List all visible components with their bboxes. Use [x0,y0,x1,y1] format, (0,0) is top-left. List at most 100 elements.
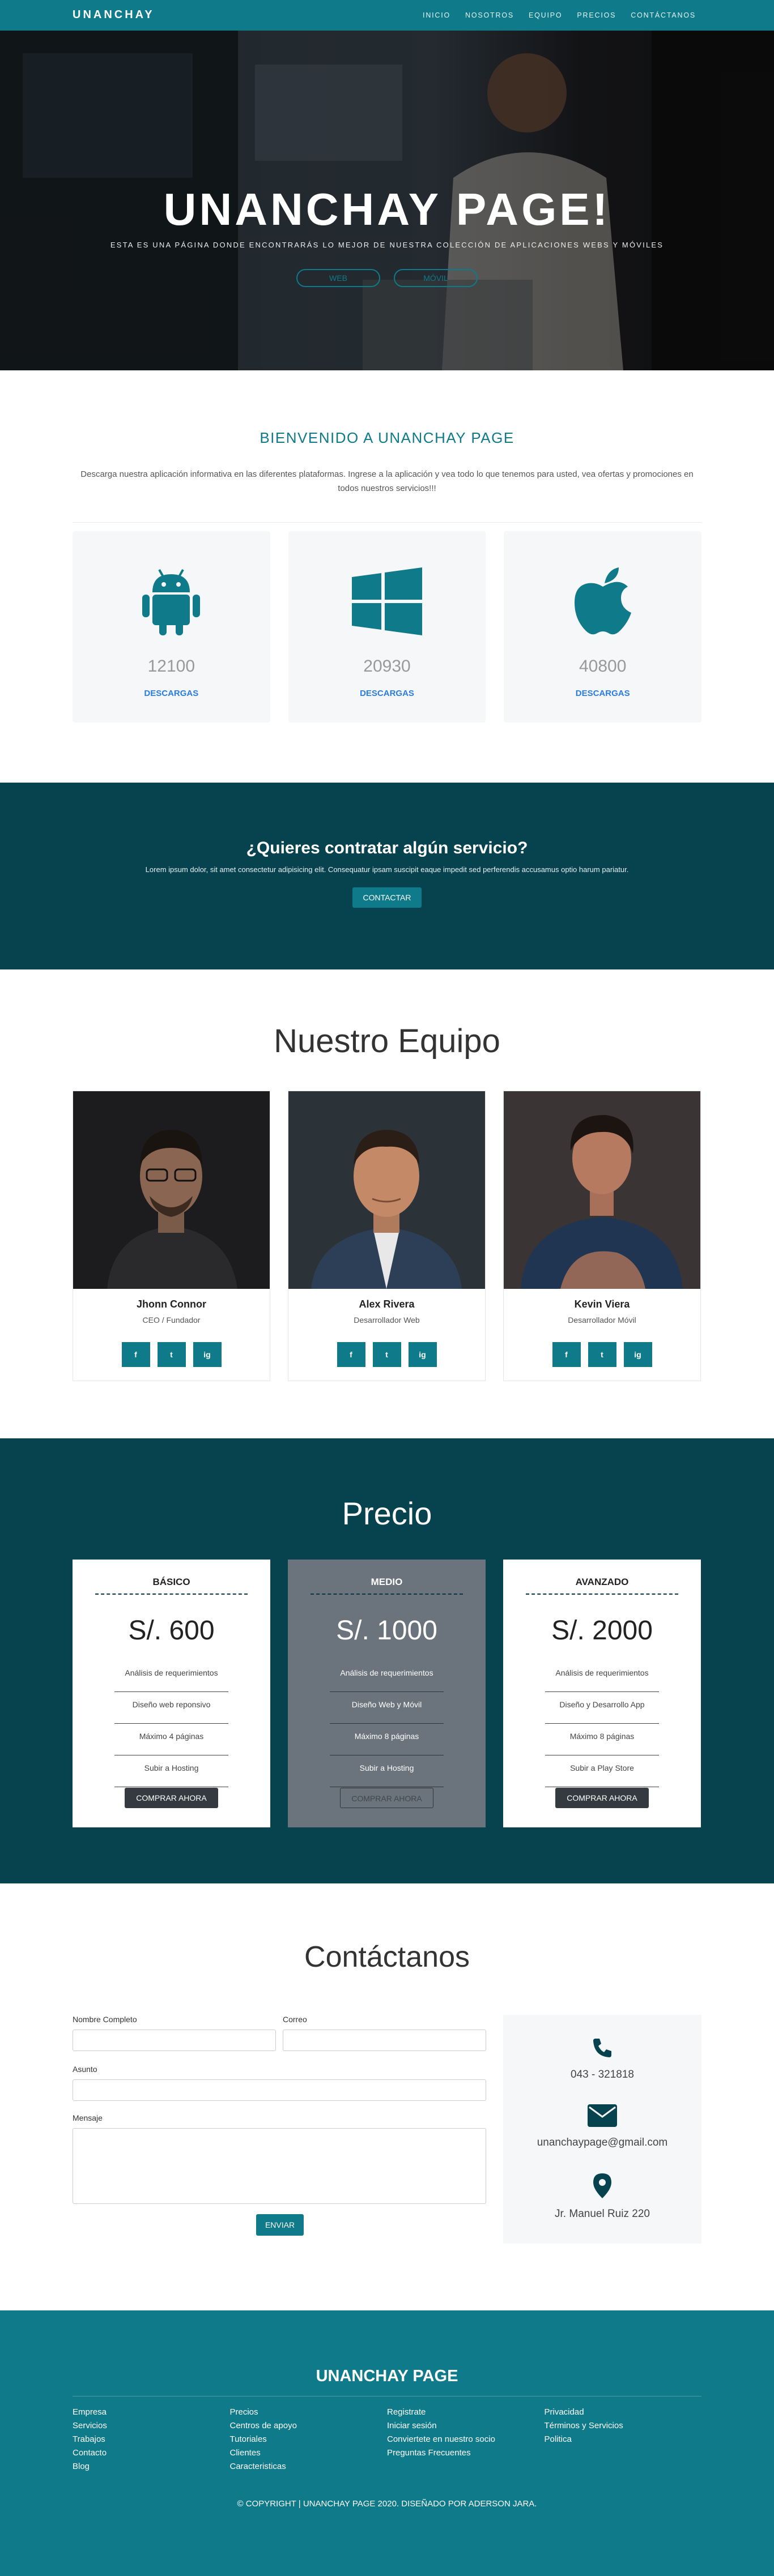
team-photo [288,1091,485,1289]
send-button[interactable]: ENVIAR [256,2214,304,2236]
message-label: Mensaje [73,2113,103,2122]
downloads-link[interactable]: DESCARGAS [504,689,701,698]
hero-buttons: WEB MÓVIL [0,269,774,287]
hero-title: UNANCHAY PAGE! [163,184,611,234]
nav-link-equipo[interactable]: EQUIPO [529,11,562,19]
footer-link[interactable]: Empresa [73,2406,230,2419]
divider [73,522,701,523]
twitter-icon[interactable]: t [157,1342,186,1367]
android-icon [73,567,270,635]
web-button[interactable]: WEB [296,269,380,287]
welcome-text: Descarga nuestra aplicación informativa … [80,469,694,493]
member-name: Jhonn Connor [137,1298,206,1310]
name-label: Nombre Completo [73,2015,137,2024]
subject-field[interactable] [73,2079,486,2101]
plan-feature: Diseño y Desarrollo App [545,1692,659,1724]
apple-icon [504,567,701,635]
map-marker-icon [593,2173,611,2198]
member-role: CEO / Fundador [142,1315,201,1325]
twitter-icon[interactable]: t [588,1342,616,1367]
nav-link-inicio[interactable]: INICIO [423,11,450,19]
cta-text: Lorem ipsum dolor, sit amet consectetur … [145,865,629,874]
footer-link[interactable]: Caracteristicas [230,2460,388,2474]
facebook-icon[interactable]: f [337,1342,365,1367]
footer-column: Empresa Servicios Trabajos Contacto Blog [73,2406,230,2474]
email-field[interactable] [283,2030,486,2051]
footer-column: Precios Centros de apoyo Tutoriales Clie… [230,2406,388,2474]
facebook-icon[interactable]: f [552,1342,581,1367]
cta-section: ¿Quieres contratar algún servicio? Lorem… [0,783,774,969]
team-card: Alex Rivera Desarrollador Web f t ig [288,1091,486,1381]
movil-button[interactable]: MÓVIL [394,269,478,287]
downloads-link[interactable]: DESCARGAS [73,689,270,698]
footer-link[interactable]: Preguntas Frecuentes [387,2446,545,2460]
phone-icon [593,2039,611,2057]
plan-avanzado: AVANZADO S/. 2000 Análisis de requerimie… [503,1560,701,1827]
envelope-icon [588,2104,617,2127]
plan-features: Análisis de requerimientos Diseño web re… [114,1660,228,1787]
twitter-icon[interactable]: t [372,1342,401,1367]
team-photo [504,1091,700,1289]
social-links: f t ig [73,1342,270,1367]
email-text: unanchaypage@gmail.com [537,2137,668,2148]
footer: UNANCHAY PAGE Empresa Servicios Trabajos… [0,2310,774,2576]
plan-feature: Máximo 8 páginas [545,1724,659,1755]
name-field[interactable] [73,2030,276,2051]
footer-link[interactable]: Registrate [387,2406,545,2419]
plan-feature: Diseño web reponsivo [114,1692,228,1724]
buy-now-button[interactable]: COMPRAR AHORA [340,1788,433,1808]
nav-link-precios[interactable]: PRECIOS [577,11,616,19]
footer-link[interactable]: Trabajos [73,2433,230,2446]
footer-link[interactable]: Tutoriales [230,2433,388,2446]
download-count: 20930 [363,657,411,676]
footer-link[interactable]: Conviertete en nuestro socio [387,2433,545,2446]
footer-link[interactable]: Contacto [73,2446,230,2460]
footer-title: UNANCHAY PAGE [316,2367,458,2385]
hero-subtitle: ESTA ES UNA PÁGINA DONDE ENCONTRARÁS LO … [110,241,664,249]
member-name: Alex Rivera [359,1298,415,1310]
footer-link[interactable]: Politica [545,2433,702,2446]
email-label: Correo [283,2015,307,2024]
nav-link-nosotros[interactable]: NOSOTROS [465,11,514,19]
downloads-link[interactable]: DESCARGAS [288,689,486,698]
plan-price: S/. 600 [128,1616,215,1646]
contact-title: Contáctanos [304,1941,470,1973]
pricing-title: Precio [342,1496,432,1531]
download-cards: 12100 DESCARGAS 20930 DESCARGAS 40800 DE… [73,531,702,723]
plan-features: Análisis de requerimientos Diseño Web y … [330,1660,444,1787]
footer-link[interactable]: Términos y Servicios [545,2419,702,2433]
download-card-android: 12100 DESCARGAS [73,531,270,723]
buy-now-button[interactable]: COMPRAR AHORA [125,1788,218,1808]
social-links: f t ig [504,1342,700,1367]
footer-link[interactable]: Iniciar sesión [387,2419,545,2433]
phone-text: 043 - 321818 [571,2069,634,2081]
footer-column: Registrate Iniciar sesión Conviertete en… [387,2406,545,2474]
plan-feature: Subir a Play Store [545,1755,659,1787]
contact-email: unanchaypage@gmail.com [503,2104,701,2149]
member-role: Desarrollador Web [354,1315,420,1325]
plan-feature: Máximo 8 páginas [330,1724,444,1755]
footer-link[interactable]: Privacidad [545,2406,702,2419]
instagram-icon[interactable]: ig [408,1342,437,1367]
footer-link[interactable]: Servicios [73,2419,230,2433]
team-card: Kevin Viera Desarrollador Móvil f t ig [503,1091,701,1381]
pricing-section: Precio BÁSICO S/. 600 Análisis de requer… [0,1438,774,1883]
nav-link-contactanos[interactable]: CONTÁCTANOS [631,11,696,19]
footer-link[interactable]: Blog [73,2460,230,2474]
footer-link[interactable]: Clientes [230,2446,388,2460]
contact-address: Jr. Manuel Ruiz 220 [503,2173,701,2220]
address-text: Jr. Manuel Ruiz 220 [555,2208,650,2220]
instagram-icon[interactable]: ig [623,1342,652,1367]
contactar-button[interactable]: CONTACTAR [352,887,422,908]
plan-name: MEDIO [311,1577,463,1595]
plan-price: S/. 2000 [551,1616,653,1646]
buy-now-button[interactable]: COMPRAR AHORA [555,1788,649,1808]
footer-link[interactable]: Centros de apoyo [230,2419,388,2433]
instagram-icon[interactable]: ig [193,1342,222,1367]
footer-link[interactable]: Precios [230,2406,388,2419]
plan-name: BÁSICO [95,1577,248,1595]
contact-phone: 043 - 321818 [503,2036,701,2081]
brand-logo[interactable]: UNANCHAY [73,8,155,22]
message-textarea[interactable] [73,2128,486,2204]
facebook-icon[interactable]: f [121,1342,150,1367]
